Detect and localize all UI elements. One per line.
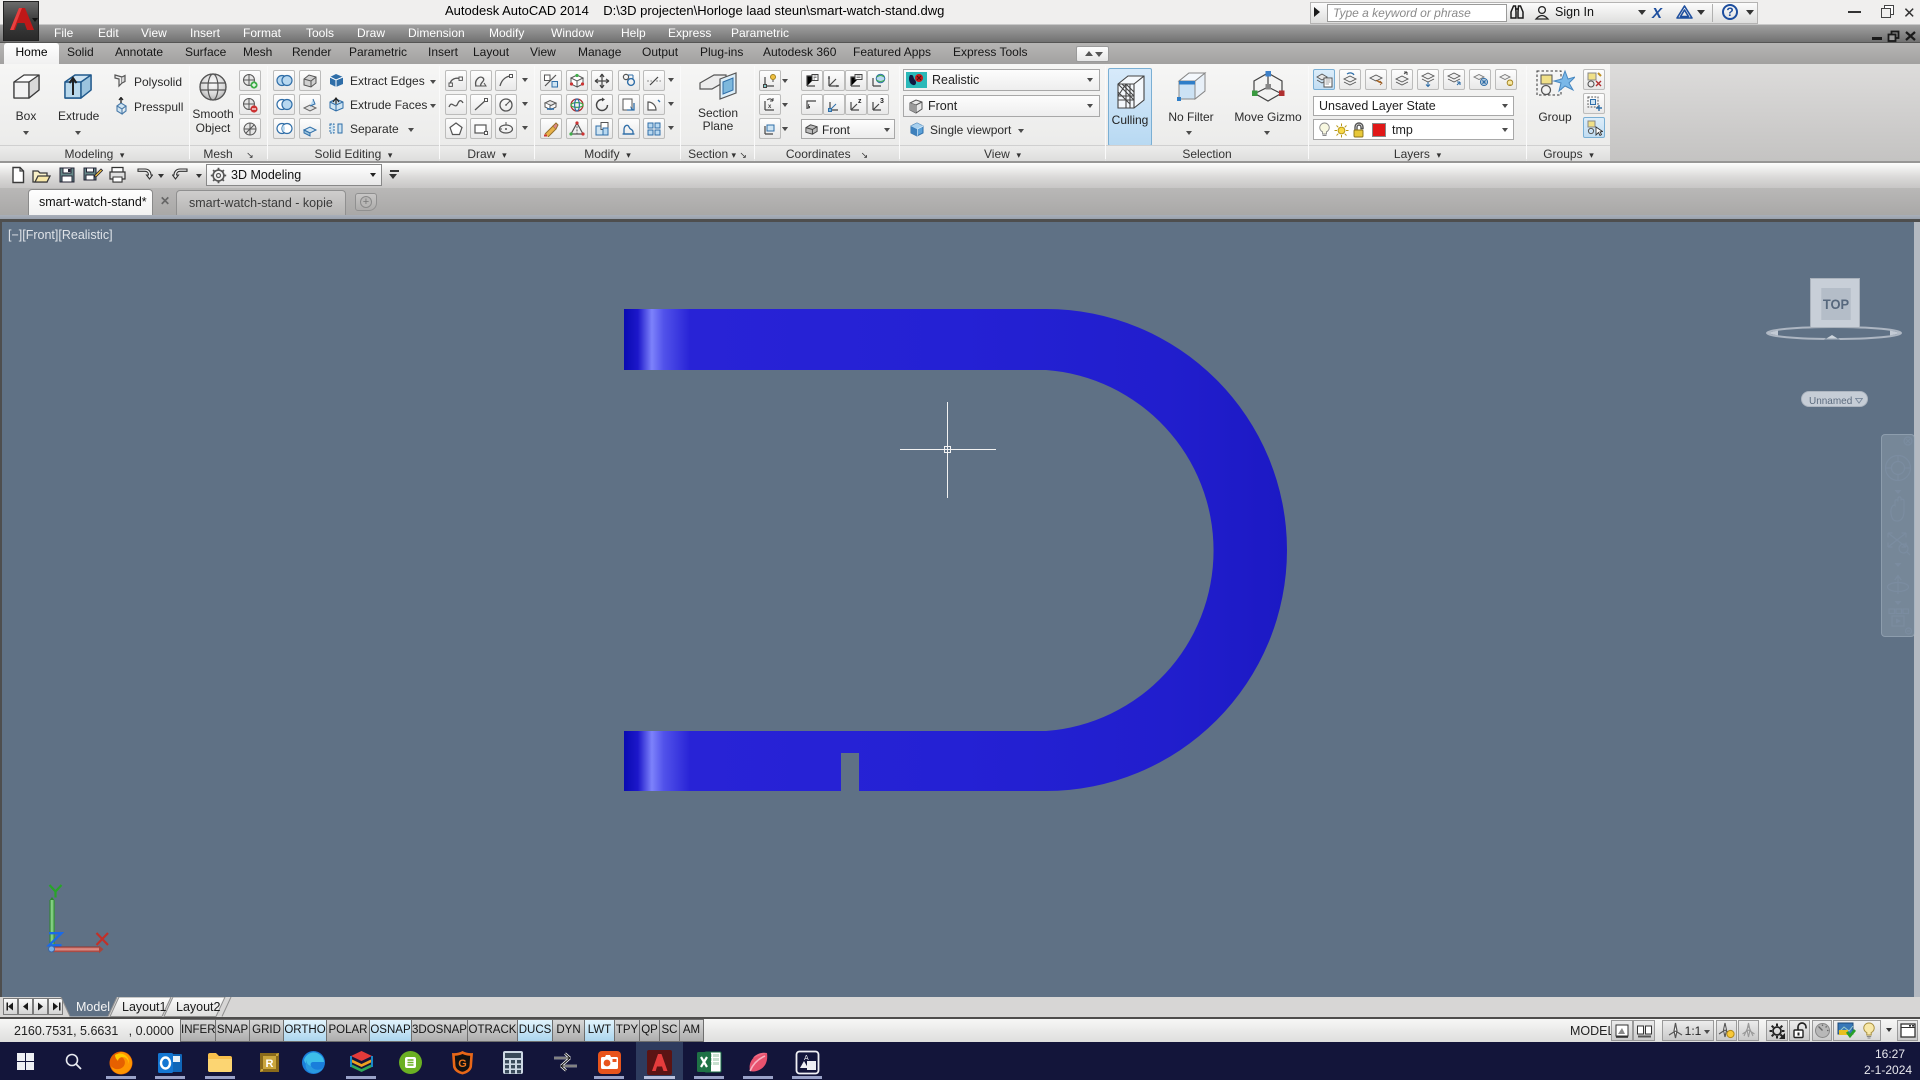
svg-text:x: x — [768, 104, 772, 110]
svg-text:Layout1: Layout1 — [122, 1000, 167, 1014]
svg-text:z: z — [858, 98, 862, 105]
svg-text:Layout2: Layout2 — [176, 1000, 221, 1014]
svg-text:3: 3 — [880, 98, 884, 105]
svg-text:Model: Model — [76, 1000, 110, 1014]
svg-text:R: R — [266, 1058, 274, 1070]
svg-text:G: G — [458, 1058, 467, 1070]
svg-text:A: A — [804, 1055, 809, 1062]
